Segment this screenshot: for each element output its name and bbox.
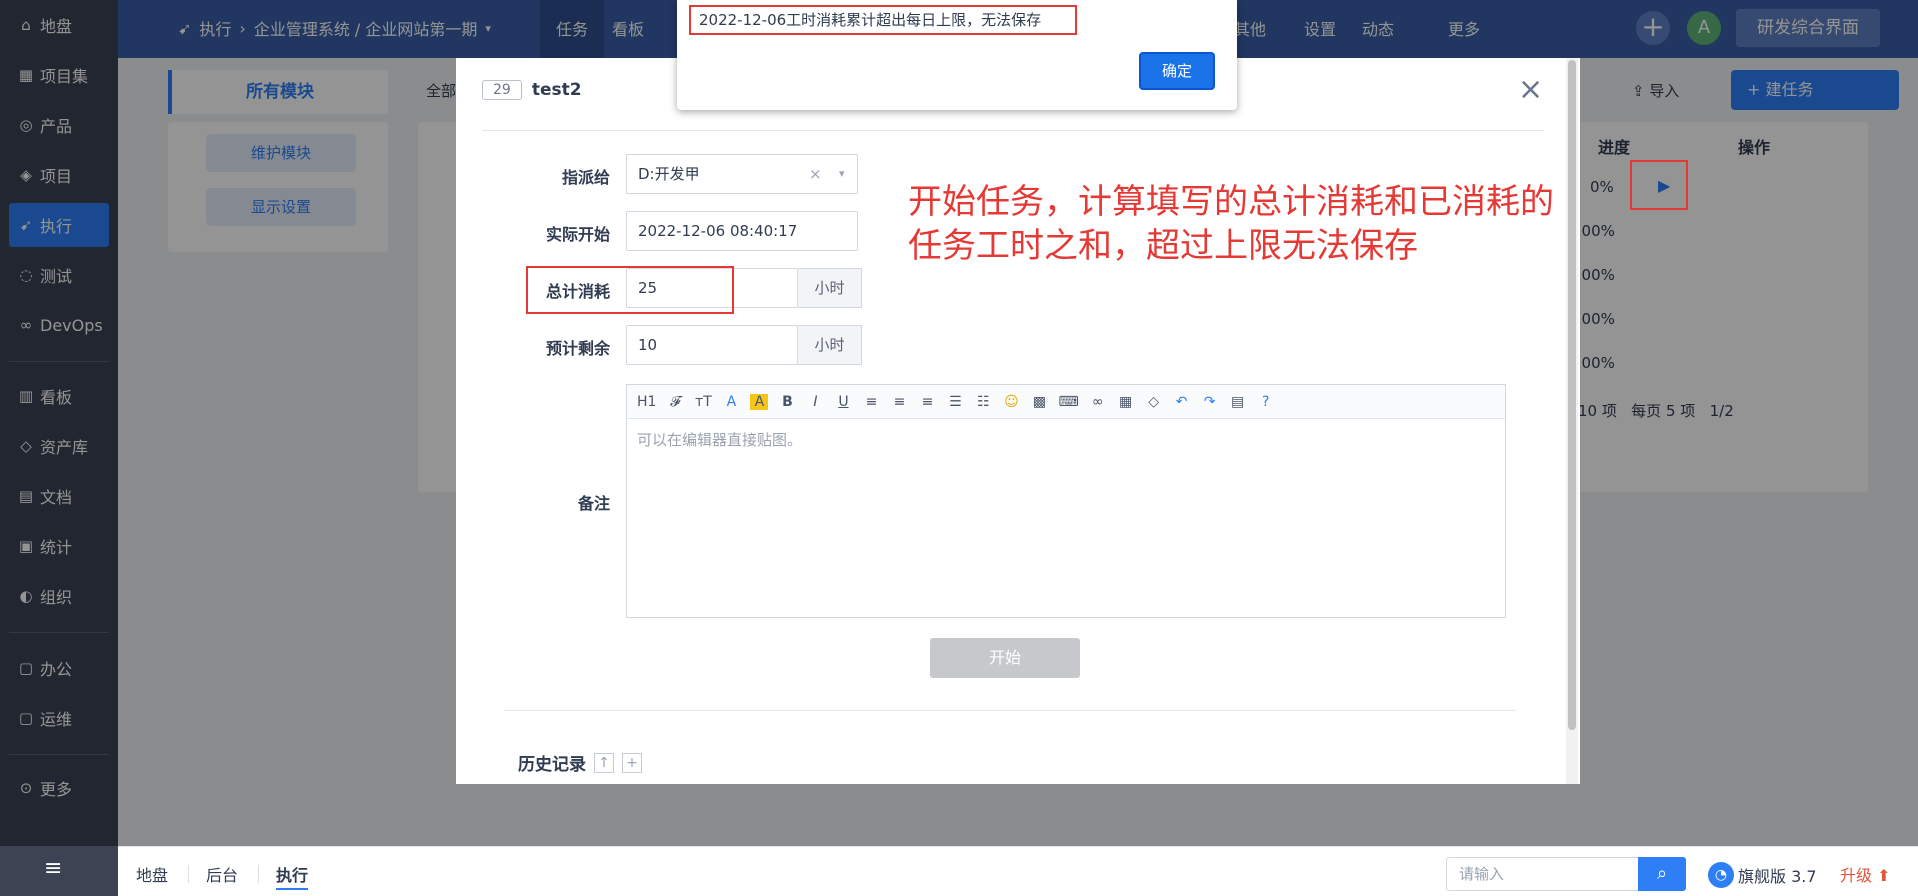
- footer-divider: [188, 865, 189, 883]
- image-icon[interactable]: ▩: [1030, 394, 1048, 410]
- collapse-menu-icon[interactable]: ≡: [44, 856, 62, 881]
- align-center-icon[interactable]: ≡: [890, 394, 908, 410]
- modal-scrollbar[interactable]: [1566, 58, 1578, 784]
- alert-message: 2022-12-06工时消耗累计超出每日上限，无法保存: [689, 5, 1077, 35]
- assign-select[interactable]: D:开发甲 × ▾: [626, 154, 858, 194]
- consumed-unit: 小时: [798, 268, 862, 308]
- font-color-icon[interactable]: A: [722, 394, 740, 410]
- modal-divider: [482, 130, 1544, 131]
- footer-bar: 地盘 后台 执行 请输入 ⌕ ◔ 旗舰版 3.7 升级 ⬆: [118, 846, 1918, 896]
- italic-icon[interactable]: I: [806, 394, 824, 410]
- clear-icon[interactable]: ×: [809, 155, 822, 193]
- start-date-label: 实际开始: [545, 225, 610, 244]
- start-task-modal: 29 test2 × 指派给 D:开发甲 × ▾ 实际开始 2022-12-06…: [456, 58, 1580, 784]
- edition-info: ◔ 旗舰版 3.7: [1708, 862, 1817, 888]
- left-input[interactable]: 10: [626, 325, 798, 365]
- paste-icon[interactable]: ▤: [1229, 394, 1247, 410]
- footer-item-execution[interactable]: 执行: [276, 862, 309, 890]
- editor-placeholder[interactable]: 可以在编辑器直接贴图。: [627, 419, 1505, 460]
- arrow-up-icon[interactable]: ↑: [594, 752, 614, 773]
- history-section: 历史记录 ↑ +: [518, 750, 642, 775]
- upgrade-arrow-icon: ⬆: [1877, 866, 1891, 885]
- assign-value: D:开发甲: [638, 165, 700, 183]
- editor-toolbar: H1 𝓕 тT A A B I U ≡ ≡ ≡ ☰ ☷ ☺ ▩ ⌨ ∞ ▦ ◇ …: [627, 385, 1505, 419]
- help-icon[interactable]: ?: [1257, 394, 1275, 410]
- undo-icon[interactable]: ↶: [1173, 394, 1191, 410]
- font-family-icon[interactable]: 𝓕: [666, 394, 684, 410]
- redo-icon[interactable]: ↷: [1201, 394, 1219, 410]
- eraser-icon[interactable]: ◇: [1145, 394, 1163, 410]
- zentao-logo-icon: ◔: [1708, 862, 1734, 888]
- left-unit: 小时: [798, 325, 862, 365]
- table-icon[interactable]: ▦: [1117, 394, 1135, 410]
- task-id-badge: 29: [482, 80, 522, 100]
- highlight-start-action-box: [1630, 160, 1688, 210]
- start-date-input[interactable]: 2022-12-06 08:40:17: [626, 211, 858, 251]
- link-icon[interactable]: ∞: [1089, 394, 1107, 410]
- emoji-icon[interactable]: ☺: [1002, 394, 1020, 410]
- history-label: 历史记录: [518, 755, 586, 775]
- close-icon[interactable]: ×: [1518, 72, 1543, 107]
- highlight-icon[interactable]: A: [750, 393, 769, 410]
- expand-icon[interactable]: +: [622, 752, 642, 773]
- upgrade-link[interactable]: 升级 ⬆: [1840, 862, 1891, 886]
- chevron-down-icon: ▾: [839, 167, 845, 180]
- footer-search-input[interactable]: 请输入: [1446, 857, 1642, 891]
- annotation-line-1: 开始任务，计算填写的总计消耗和已消耗的: [908, 182, 1554, 222]
- underline-icon[interactable]: U: [834, 394, 852, 410]
- ordered-list-icon[interactable]: ☰: [946, 394, 964, 410]
- start-button[interactable]: 开始: [930, 638, 1080, 678]
- confirm-button[interactable]: 确定: [1139, 52, 1215, 90]
- footer-item-admin[interactable]: 后台: [206, 862, 238, 886]
- upgrade-label: 升级: [1840, 866, 1873, 885]
- comment-label: 备注: [577, 494, 610, 513]
- unordered-list-icon[interactable]: ☷: [974, 394, 992, 410]
- align-right-icon[interactable]: ≡: [918, 394, 936, 410]
- code-icon[interactable]: ⌨: [1058, 394, 1078, 410]
- bold-icon[interactable]: B: [778, 394, 796, 410]
- highlight-consumed-box: [526, 266, 734, 314]
- footer-divider: [258, 865, 259, 883]
- annotation-line-2: 任务工时之和，超过上限无法保存: [908, 226, 1418, 266]
- annotation-text: 开始任务，计算填写的总计消耗和已消耗的 任务工时之和，超过上限无法保存: [908, 180, 1554, 268]
- search-icon[interactable]: ⌕: [1638, 857, 1686, 891]
- edition-label: 旗舰版 3.7: [1738, 867, 1817, 886]
- footer-item-dashboard[interactable]: 地盘: [136, 862, 168, 886]
- alert-dialog: 2022-12-06工时消耗累计超出每日上限，无法保存 确定: [677, 0, 1237, 110]
- align-left-icon[interactable]: ≡: [862, 394, 880, 410]
- modal-header: 29 test2: [482, 80, 582, 100]
- scrollbar-thumb[interactable]: [1568, 60, 1576, 730]
- font-size-icon[interactable]: тT: [694, 394, 712, 410]
- heading-button[interactable]: H1: [637, 394, 656, 410]
- assign-label: 指派给: [561, 168, 610, 187]
- left-label: 预计剩余: [545, 339, 610, 358]
- modal-divider: [504, 710, 1516, 711]
- task-title: test2: [531, 80, 582, 100]
- comment-editor: H1 𝓕 тT A A B I U ≡ ≡ ≡ ☰ ☷ ☺ ▩ ⌨ ∞ ▦ ◇ …: [626, 384, 1506, 618]
